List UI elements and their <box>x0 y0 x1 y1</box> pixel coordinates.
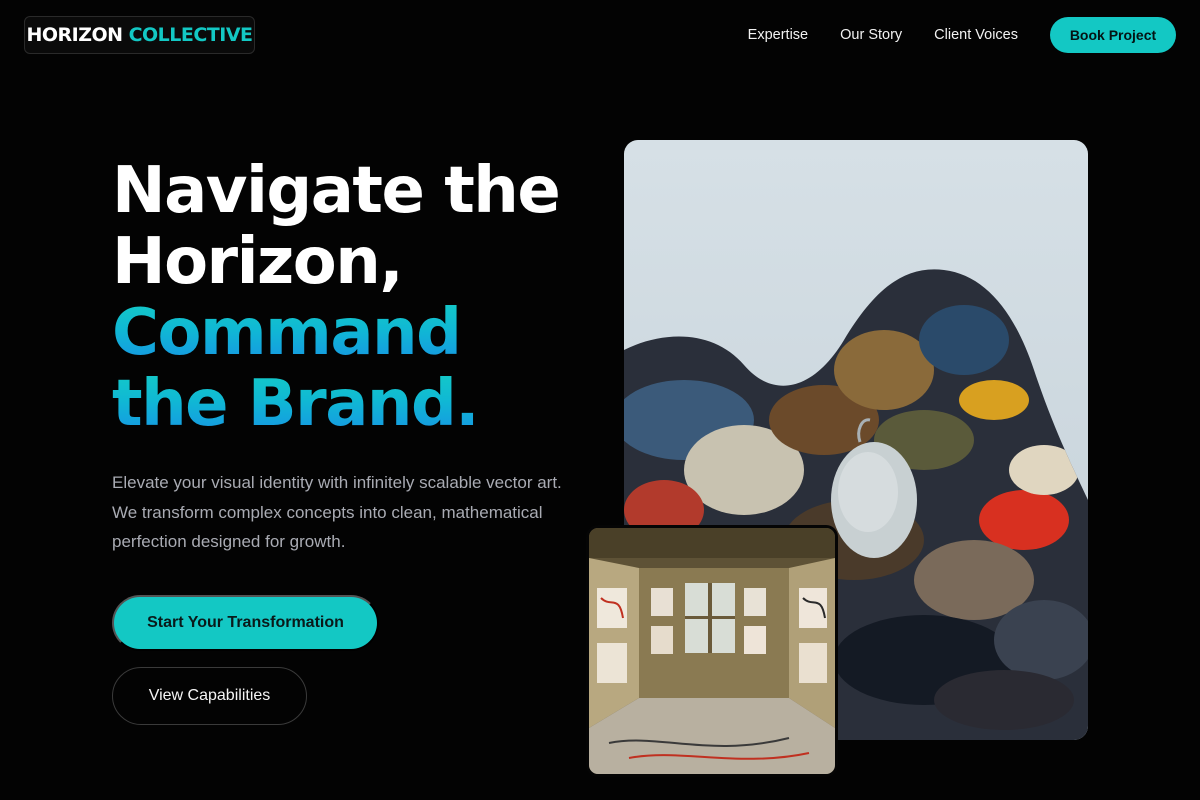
hero-line-1: Navigate the <box>112 154 561 228</box>
brand-logo[interactable]: HORIZON COLLECTIVE <box>24 16 255 54</box>
nav-link-client-voices[interactable]: Client Voices <box>934 27 1018 43</box>
brand-word-2: COLLECTIVE <box>128 24 253 46</box>
nav-link-expertise[interactable]: Expertise <box>748 27 808 43</box>
hero-headline: Navigate the Horizon, Command the Brand. <box>112 154 561 440</box>
brand-word-1: HORIZON <box>26 24 123 46</box>
hero-line-3: Command <box>112 298 559 369</box>
top-navigation: Expertise Our Story Client Voices Book P… <box>748 17 1176 53</box>
book-project-button[interactable]: Book Project <box>1050 17 1176 53</box>
start-transformation-button[interactable]: Start Your Transformation <box>112 595 379 651</box>
hero-subtitle: Elevate your visual identity with infini… <box>112 473 562 551</box>
nav-link-our-story[interactable]: Our Story <box>840 27 902 43</box>
view-capabilities-button[interactable]: View Capabilities <box>112 667 307 725</box>
hero-line-2: Horizon, <box>112 225 404 299</box>
art-studio-image <box>586 525 838 777</box>
hero-line-4: the Brand. <box>112 369 559 440</box>
